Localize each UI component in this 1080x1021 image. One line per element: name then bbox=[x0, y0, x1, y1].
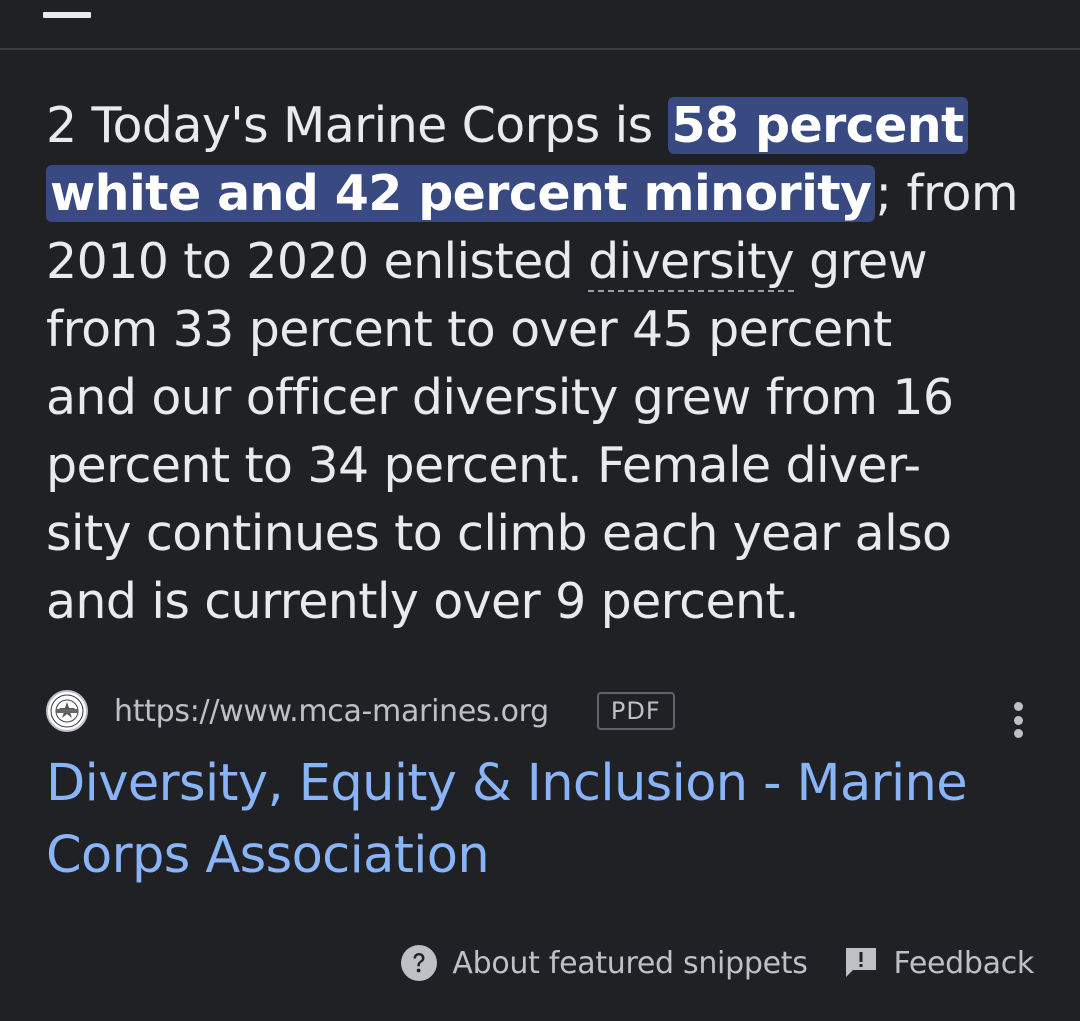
menu-dot bbox=[1013, 702, 1023, 711]
snippet-text-span: ; from bbox=[875, 165, 1018, 222]
result-title-link[interactable]: Diversity, Equity & Inclusion - Marine C… bbox=[46, 748, 1006, 892]
snippet-text-span: 2 Today's Marine Corps is bbox=[46, 97, 668, 154]
about-featured-snippets-label: About featured snippets bbox=[452, 945, 808, 981]
featured-snippet-page: 2 Today's Marine Corps is 58 percent whi… bbox=[0, 0, 1080, 1021]
top-dash-fragment bbox=[43, 12, 91, 18]
snippet-line: percent to 34 percent. Female diver- bbox=[46, 437, 921, 494]
divider bbox=[0, 48, 1080, 50]
source-row[interactable]: https://www.mca-marines.org PDF bbox=[46, 688, 675, 734]
snippet-footer: About featured snippets Feedback bbox=[400, 940, 1034, 986]
file-type-badge: PDF bbox=[596, 692, 675, 730]
marine-corps-association-logo-icon bbox=[46, 690, 88, 732]
snippet-line: sity continues to climb each year also bbox=[46, 505, 952, 562]
menu-dot bbox=[1013, 715, 1023, 725]
feedback-button[interactable]: Feedback bbox=[842, 944, 1034, 982]
feedback-label: Feedback bbox=[893, 945, 1035, 981]
result-title-line: Diversity, Equity & Inclusion - Marine bbox=[46, 754, 968, 813]
result-title-line: Corps Association bbox=[46, 826, 490, 885]
help-icon bbox=[400, 944, 438, 982]
feedback-icon bbox=[842, 944, 880, 982]
snippet-line: 2 Today's Marine Corps is 58 percent bbox=[46, 92, 1006, 160]
snippet-line: and is currently over 9 percent. bbox=[46, 573, 800, 630]
about-featured-snippets-button[interactable]: About featured snippets bbox=[400, 944, 808, 982]
snippet-line: and our officer diversity grew from 16 bbox=[46, 369, 954, 426]
snippet-line: white and 42 percent minority; from bbox=[46, 160, 1019, 228]
more-options-icon[interactable] bbox=[1000, 696, 1036, 744]
snippet-text: 2 Today's Marine Corps is 58 percent whi… bbox=[46, 92, 1019, 636]
source-url[interactable]: https://www.mca-marines.org bbox=[114, 694, 549, 729]
snippet-highlight: white and 42 percent minority bbox=[46, 165, 876, 222]
snippet-line: 2010 to 2020 enlisted diversity grew bbox=[46, 228, 1006, 296]
snippet-highlight: 58 percent bbox=[667, 97, 968, 154]
definition-term-link[interactable]: diversity bbox=[588, 233, 795, 292]
menu-dot bbox=[1013, 729, 1023, 738]
snippet-text-span: grew bbox=[794, 233, 928, 290]
snippet-text-span: 2010 to 2020 enlisted bbox=[46, 233, 589, 290]
snippet-line: from 33 percent to over 45 percent bbox=[46, 301, 892, 358]
